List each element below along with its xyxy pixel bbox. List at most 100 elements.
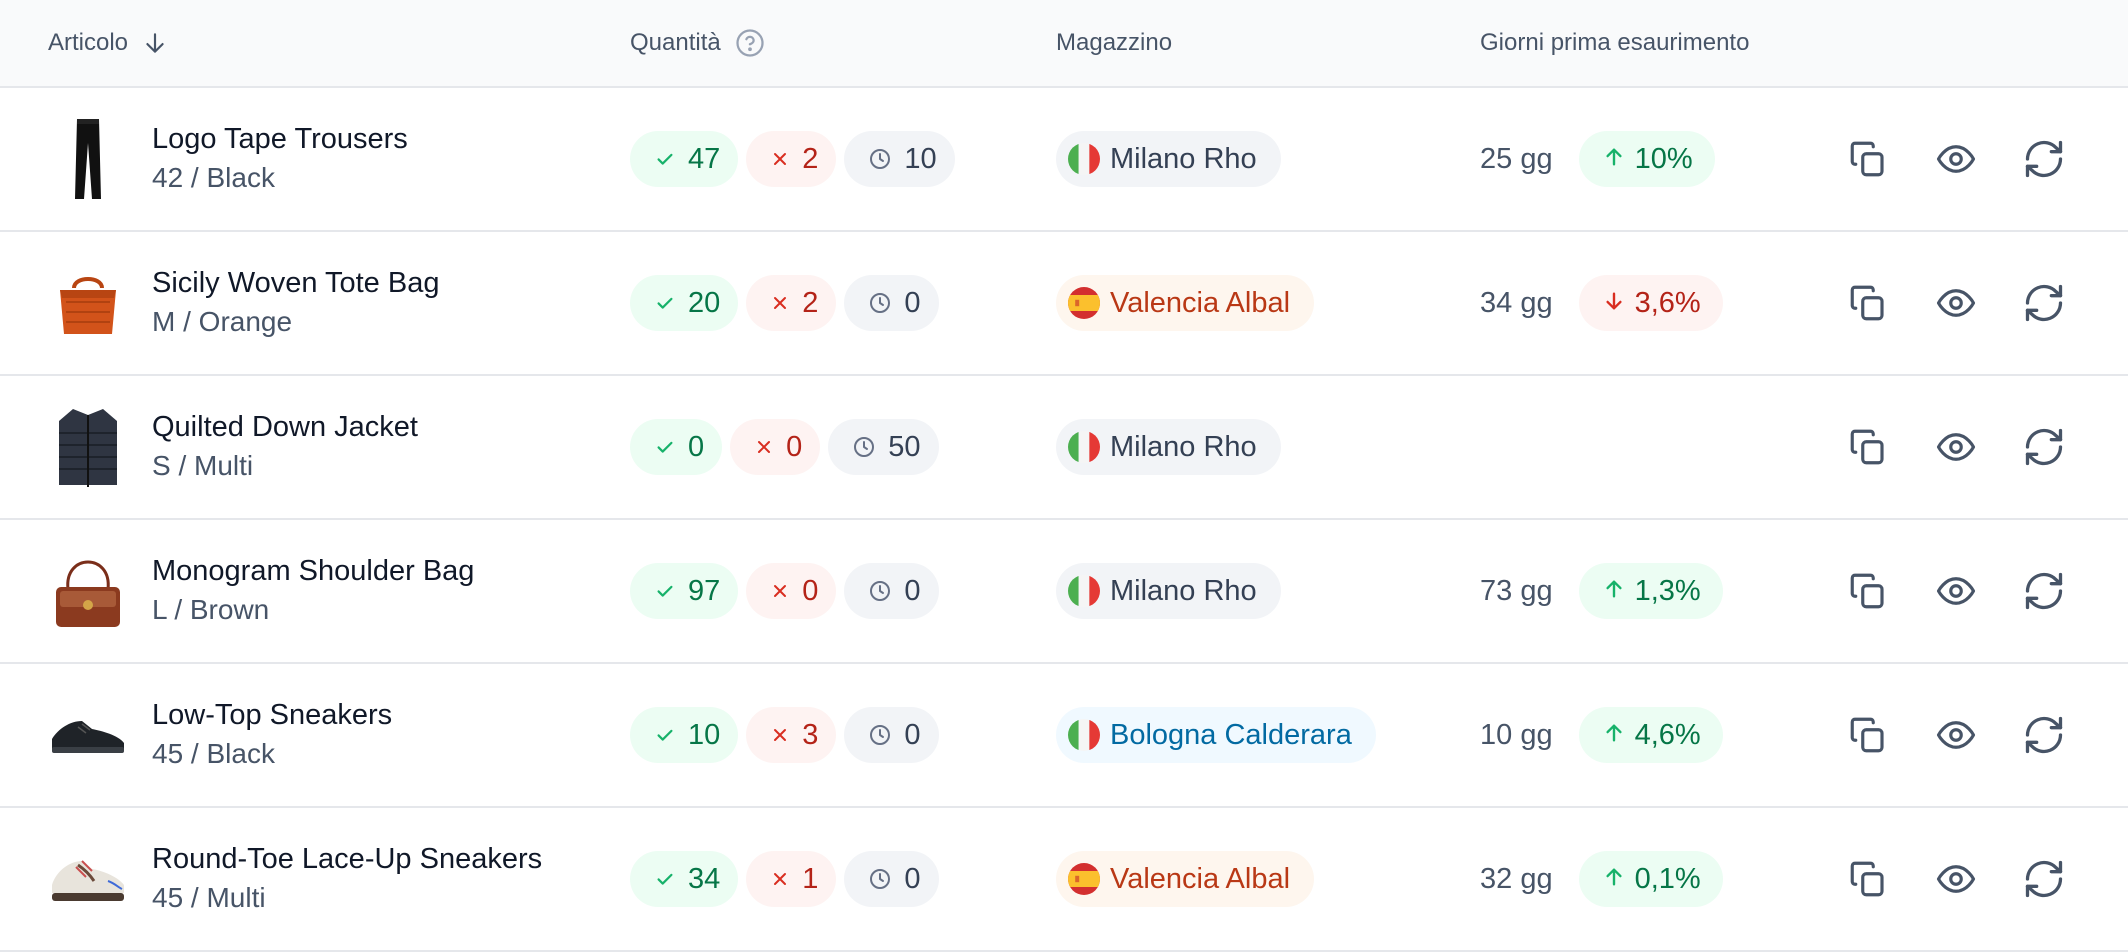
check-icon [654, 148, 676, 170]
available-count: 34 [688, 862, 721, 895]
sort-arrow-down-icon[interactable] [142, 30, 168, 56]
days-cell: 34 gg 3,6% [1480, 232, 1723, 374]
copy-button[interactable] [1846, 713, 1890, 757]
table-row[interactable]: Sicily Woven Tote Bag M / Orange 20 2 0 … [0, 232, 2128, 376]
arrow-down-icon [1603, 287, 1625, 320]
eye-icon [1935, 138, 1977, 180]
product-variant: 42 / Black [152, 162, 275, 193]
view-button[interactable] [1934, 137, 1978, 181]
copy-button[interactable] [1846, 281, 1890, 325]
copy-icon [1847, 426, 1889, 468]
days-value: 10 gg [1480, 718, 1553, 751]
clock-icon [868, 291, 892, 315]
product-thumbnail[interactable] [44, 232, 132, 374]
quantity-badges: 34 1 0 [630, 808, 939, 950]
refresh-icon [2022, 569, 2066, 613]
arrow-up-icon [1603, 575, 1625, 608]
pending-count: 10 [904, 142, 937, 175]
table-row[interactable]: Logo Tape Trousers 42 / Black 47 2 10 Mi… [0, 88, 2128, 232]
available-count: 20 [688, 286, 721, 319]
table-row[interactable]: Monogram Shoulder Bag L / Brown 97 0 0 M… [0, 520, 2128, 664]
product-info: Quilted Down Jacket S / Multi [152, 376, 418, 518]
product-name[interactable]: Sicily Woven Tote Bag [152, 264, 439, 302]
refresh-button[interactable] [2022, 425, 2066, 469]
refresh-button[interactable] [2022, 857, 2066, 901]
table-row[interactable]: Low-Top Sneakers 45 / Black 10 3 0 Bolog… [0, 664, 2128, 808]
refresh-button[interactable] [2022, 713, 2066, 757]
view-button[interactable] [1934, 569, 1978, 613]
product-thumbnail[interactable] [44, 88, 132, 230]
product-thumbnail[interactable] [44, 520, 132, 662]
eye-icon [1935, 282, 1977, 324]
refresh-button[interactable] [2022, 281, 2066, 325]
product-name[interactable]: Logo Tape Trousers [152, 120, 408, 158]
column-header-warehouse-label: Magazzino [1056, 29, 1173, 56]
view-button[interactable] [1934, 425, 1978, 469]
product-variant: 45 / Multi [152, 882, 266, 913]
trend-value: 0,1% [1634, 862, 1701, 895]
arrow-up-icon [1603, 719, 1625, 752]
product-name[interactable]: Quilted Down Jacket [152, 408, 418, 446]
copy-button[interactable] [1846, 569, 1890, 613]
product-info: Logo Tape Trousers 42 / Black [152, 88, 408, 230]
warehouse-name: Milano Rho [1110, 574, 1257, 607]
trend-badge: 10% [1578, 131, 1715, 187]
column-header-days-label: Giorni prima esaurimento [1480, 29, 1750, 56]
view-button[interactable] [1934, 281, 1978, 325]
copy-button[interactable] [1846, 857, 1890, 901]
table-row[interactable]: Quilted Down Jacket S / Multi 0 0 50 Mil… [0, 376, 2128, 520]
warehouse-cell: Milano Rho [1056, 88, 1281, 230]
italy-flag [1068, 575, 1100, 607]
pending-badge: 0 [844, 563, 939, 619]
column-header-article[interactable]: Articolo [48, 0, 168, 86]
days-cell: 10 gg 4,6% [1480, 664, 1723, 806]
arrow-up-icon [1603, 863, 1625, 896]
product-name[interactable]: Monogram Shoulder Bag [152, 552, 474, 590]
unavailable-count: 2 [802, 286, 819, 319]
eye-icon [1935, 714, 1977, 756]
row-actions [1846, 520, 2066, 662]
x-icon [770, 293, 790, 313]
unavailable-count: 1 [802, 862, 819, 895]
days-cell: 25 gg 10% [1480, 88, 1715, 230]
days-value: 34 gg [1480, 286, 1553, 319]
pending-count: 0 [904, 286, 921, 319]
unavailable-badge: 0 [746, 563, 837, 619]
x-icon [770, 149, 790, 169]
product-thumbnail[interactable] [44, 376, 132, 518]
available-badge: 47 [630, 131, 739, 187]
help-circle-icon[interactable] [735, 28, 765, 58]
view-button[interactable] [1934, 713, 1978, 757]
table-header: Articolo Quantità Magazzino Giorni prima… [0, 0, 2128, 88]
table-row[interactable]: Round-Toe Lace-Up Sneakers 45 / Multi 34… [0, 808, 2128, 952]
spain-flag [1068, 863, 1100, 895]
copy-button[interactable] [1846, 137, 1890, 181]
quantity-badges: 20 2 0 [630, 232, 939, 374]
check-icon [654, 580, 676, 602]
warehouse-cell: Valencia Albal [1056, 808, 1315, 950]
view-button[interactable] [1934, 857, 1978, 901]
copy-icon [1847, 138, 1889, 180]
product-name[interactable]: Round-Toe Lace-Up Sneakers [152, 840, 542, 878]
product-info: Low-Top Sneakers 45 / Black [152, 664, 392, 806]
pending-badge: 10 [844, 131, 955, 187]
unavailable-badge: 2 [746, 131, 837, 187]
product-name[interactable]: Low-Top Sneakers [152, 696, 392, 734]
warehouse-badge: Milano Rho [1056, 131, 1281, 187]
refresh-icon [2022, 137, 2066, 181]
refresh-button[interactable] [2022, 137, 2066, 181]
copy-button[interactable] [1846, 425, 1890, 469]
product-thumbnail[interactable] [44, 808, 132, 950]
spain-flag [1068, 287, 1100, 319]
pending-count: 0 [904, 718, 921, 751]
inventory-table: Articolo Quantità Magazzino Giorni prima… [0, 0, 2128, 952]
unavailable-count: 3 [802, 718, 819, 751]
pending-count: 50 [888, 430, 921, 463]
product-variant: 45 / Black [152, 738, 275, 769]
days-value: 25 gg [1480, 142, 1553, 175]
column-header-article-label: Articolo [48, 29, 129, 56]
available-badge: 0 [630, 419, 723, 475]
warehouse-name: Bologna Calderara [1110, 718, 1352, 751]
product-thumbnail[interactable] [44, 664, 132, 806]
refresh-button[interactable] [2022, 569, 2066, 613]
